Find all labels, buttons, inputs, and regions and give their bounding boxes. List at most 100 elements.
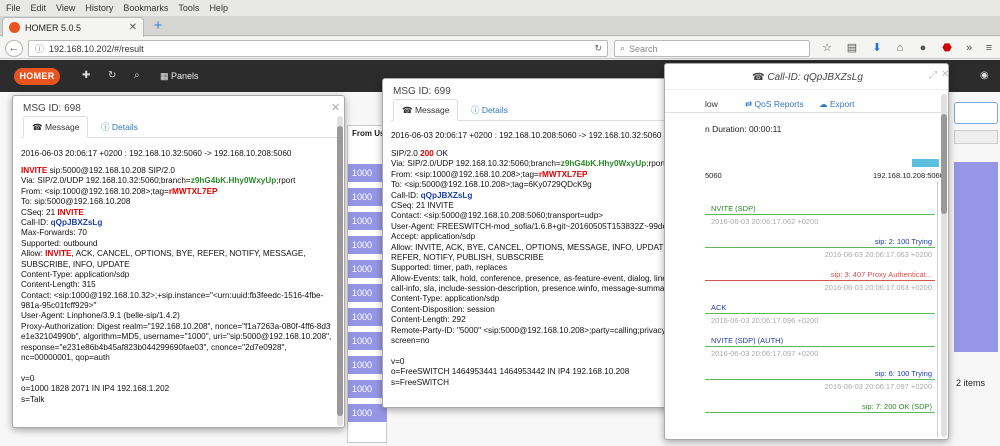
new-tab-button[interactable]: +: [150, 17, 166, 35]
menu-file[interactable]: File: [6, 3, 21, 13]
sip-line: Allow-Events: talk, hold, conference, pr…: [391, 274, 701, 284]
sip-text: SUBSCRIBE, INFO, UPDATE: [21, 259, 130, 269]
sip-text: From: <sip:1000@192.168.10.208>;tag=: [391, 169, 539, 179]
abp-icon[interactable]: ⬣: [940, 41, 954, 55]
scrollbar[interactable]: [337, 116, 343, 426]
url-bar[interactable]: ⓘ 192.168.10.202/#/result ↻: [28, 40, 608, 57]
menu-help[interactable]: Help: [209, 3, 228, 13]
tab-divider: [665, 112, 948, 113]
sip-line: Call-ID: qQpJBXZsLg: [21, 218, 331, 228]
sip-line: Allow: INVITE, ACK, CANCEL, OPTIONS, BYE…: [21, 249, 331, 259]
sip-text: call-info, sla, include-session-descript…: [391, 284, 693, 294]
message-dialog-698: MSG ID: 698 ✕ ☎ Message ⓘ Details 2016-0…: [12, 95, 345, 428]
flow-message-label[interactable]: sip: 2: 100 Trying: [875, 237, 932, 246]
table-row[interactable]: 1000: [348, 404, 387, 422]
tab-details[interactable]: ⓘ Details: [463, 99, 516, 121]
sip-line: SUBSCRIBE, INFO, UPDATE: [21, 260, 331, 270]
menu-icon[interactable]: ≡: [982, 41, 996, 55]
clipboard-icon[interactable]: ▤: [845, 41, 859, 55]
chat-icon[interactable]: ●: [916, 41, 930, 55]
flow-arrow: [705, 313, 935, 314]
tab-message-label: Message: [44, 122, 80, 132]
search-input[interactable]: ⌕ Search: [614, 40, 810, 57]
flow-message-label[interactable]: NVITE (SDP): [711, 204, 756, 213]
tab-export[interactable]: ☁ Export: [819, 99, 854, 110]
close-icon[interactable]: ✕: [941, 69, 948, 80]
selected-rows[interactable]: [954, 162, 998, 352]
sip-line: CSeq: 21 INVITE: [21, 208, 331, 218]
sip-line: Content-Type: application/sdp: [391, 294, 701, 304]
filter-input[interactable]: [954, 102, 998, 124]
menu-view[interactable]: View: [56, 3, 75, 13]
menu-bookmarks[interactable]: Bookmarks: [123, 3, 168, 13]
close-icon[interactable]: ✕: [331, 101, 340, 114]
sip-line: User-Agent: Linphone/3.9.1 (belle-sip/1.…: [21, 311, 331, 321]
star-icon[interactable]: ☆: [820, 41, 834, 55]
sip-line: SIP/2.0 200 OK: [391, 149, 701, 159]
sip-text: nc=00000001, qop=auth: [21, 353, 110, 363]
tab-flow[interactable]: low: [705, 99, 718, 109]
tab-details[interactable]: ⓘ Details: [93, 116, 146, 138]
sip-text: OK: [433, 149, 448, 158]
sip-line: User-Agent: FREESWITCH-mod_sofia/1.6.8+g…: [391, 222, 701, 232]
dialog-tabs: ☎ Message ⓘ Details: [391, 99, 703, 121]
sip-text: Supported: outbound: [21, 238, 98, 248]
tab-qos-reports[interactable]: ⇄ QoS Reports: [745, 99, 804, 110]
sip-text: o=1000 1828 2071 IN IP4 192.168.1.202: [21, 384, 170, 394]
flow-message-label[interactable]: ACK: [711, 303, 726, 312]
sip-line: call-info, sla, include-session-descript…: [391, 284, 701, 294]
scrollbar[interactable]: [941, 94, 947, 437]
flow-message-label[interactable]: NVITE (SDP) (AUTH): [711, 336, 783, 345]
menu-history[interactable]: History: [85, 3, 113, 13]
sip-text: rMWTXL7EP: [538, 169, 588, 179]
sip-text: SIP/2.0: [391, 149, 421, 158]
expand-icon[interactable]: »: [962, 41, 976, 55]
sip-text: Allow: INVITE, ACK, BYE, CANCEL, OPTIONS…: [391, 242, 701, 252]
sip-text: Via: SIP/2.0/UDP 192.168.10.32:5060;bran…: [391, 159, 561, 169]
phone-icon: ☎: [402, 105, 413, 115]
reload-icon[interactable]: ↻: [594, 43, 602, 54]
sip-text: response="e231e86b4b45af823b044299690fae…: [21, 342, 287, 352]
search-placeholder: Search: [629, 43, 658, 54]
panels-menu[interactable]: ▦ Panels: [160, 71, 199, 82]
back-button[interactable]: ←: [5, 40, 23, 57]
menu-tools[interactable]: Tools: [178, 3, 199, 13]
sip-text: Content-Length: 315: [21, 280, 96, 290]
sip-text: v=0: [21, 373, 35, 383]
sip-line: Allow: INVITE, ACK, BYE, CANCEL, OPTIONS…: [391, 243, 701, 253]
add-icon[interactable]: ✚: [82, 70, 90, 82]
dialog-title: MSG ID: 699: [393, 86, 451, 97]
close-tab-icon[interactable]: ✕: [129, 22, 137, 33]
column-header[interactable]: [954, 130, 998, 144]
sip-text: s=Talk: [21, 394, 45, 404]
sip-line: e1e32104990b", algorithm=MD5, username="…: [21, 332, 331, 342]
phone-icon: ☎: [32, 122, 43, 132]
refresh-icon[interactable]: ↻: [108, 70, 116, 82]
tab-message[interactable]: ☎ Message: [393, 99, 459, 121]
flow-timestamp: 2016-06-03 20:06:17.096 +0200: [711, 316, 819, 325]
sip-text: Content-Type: application/sdp: [21, 269, 130, 279]
sip-line: nc=00000001, qop=auth: [21, 353, 331, 363]
items-count: 2 items: [956, 378, 986, 388]
tab-qos-label: QoS Reports: [754, 99, 804, 109]
home-icon[interactable]: ⌂: [893, 41, 907, 55]
flow-message-label[interactable]: sip: 7: 200 OK (SDP): [862, 402, 932, 411]
sip-line: Content-Type: application/sdp: [21, 270, 331, 280]
flow-timestamp: 2016-06-03 20:06:17.097 +0200: [711, 349, 819, 358]
tab-message[interactable]: ☎ Message: [23, 116, 89, 138]
flow-message-label[interactable]: sip: 3: 407 Proxy Authenticat...: [831, 270, 932, 279]
sip-text: Remote-Party-ID: "5000" <sip:5000@192.16…: [391, 325, 682, 335]
user-icon[interactable]: ◉: [980, 70, 989, 82]
sip-text: User-Agent: Linphone/3.9.1 (belle-sip/1.…: [21, 311, 180, 321]
search-icon[interactable]: ⌕: [134, 70, 140, 82]
flow-message-label[interactable]: sip: 6: 100 Trying: [875, 369, 932, 378]
download-icon[interactable]: ⬇: [870, 41, 884, 55]
sip-text: Proxy-Authorization: Digest realm="192.1…: [21, 321, 331, 331]
browser-tab[interactable]: HOMER 5.0.5 ✕: [2, 17, 144, 37]
tab-message-label: Message: [414, 105, 450, 115]
expand-icon[interactable]: ⤢: [929, 70, 937, 81]
menu-edit[interactable]: Edit: [31, 3, 47, 13]
sip-text: z9hG4bK.Hhy0WxyUp: [190, 176, 277, 186]
homer-logo: HOMER: [14, 68, 60, 85]
sip-line: Max-Forwards: 70: [21, 228, 331, 238]
